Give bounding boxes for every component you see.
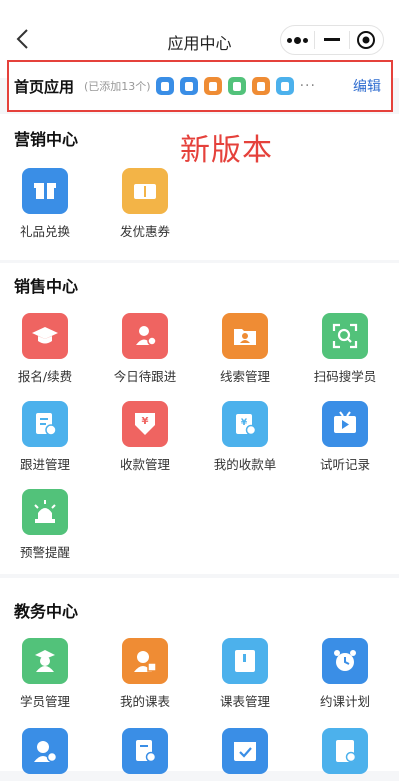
app-label: 课表管理 bbox=[219, 694, 270, 709]
app-label: 线索管理 bbox=[219, 369, 270, 384]
doc-check-icon bbox=[122, 728, 168, 774]
app-label: 学员管理 bbox=[19, 694, 70, 709]
target-close-icon bbox=[357, 31, 376, 49]
coupon-icon bbox=[122, 168, 168, 214]
alarm-light-icon bbox=[22, 489, 68, 535]
academic-app-4[interactable] bbox=[5, 728, 85, 781]
more-menu-button[interactable] bbox=[281, 26, 314, 54]
academic-app-2[interactable]: 课表管理 bbox=[205, 638, 285, 710]
student-icon bbox=[155, 77, 174, 95]
marketing-app-1[interactable]: 发优惠券 bbox=[105, 168, 185, 240]
academic-title: 教务中心 bbox=[14, 602, 79, 621]
sales-app-4[interactable]: 跟进管理 bbox=[5, 401, 85, 473]
trophy-icon bbox=[227, 77, 246, 95]
more-icon[interactable]: ··· bbox=[300, 78, 316, 94]
sales-app-8[interactable]: 预警提醒 bbox=[5, 489, 85, 561]
person-check-icon bbox=[22, 728, 68, 774]
home-apps-bar: 首页应用 (已添加13个) ··· 编辑 bbox=[7, 60, 393, 112]
academic-app-0[interactable]: 学员管理 bbox=[5, 638, 85, 710]
book-icon bbox=[275, 77, 294, 95]
doc-clock-icon bbox=[22, 401, 68, 447]
academic-app-7[interactable] bbox=[305, 728, 385, 781]
academic-app-1[interactable]: 我的课表 bbox=[105, 638, 185, 710]
home-apps-title: 首页应用 bbox=[14, 77, 75, 96]
app-label: 约课计划 bbox=[319, 694, 370, 709]
app-label: 我的课表 bbox=[119, 694, 170, 709]
app-label: 发优惠券 bbox=[119, 224, 170, 239]
academic-app-5[interactable] bbox=[105, 728, 185, 781]
marketing-title: 营销中心 bbox=[14, 130, 79, 149]
person-table-icon bbox=[122, 638, 168, 684]
sales-app-3[interactable]: 扫码搜学员 bbox=[305, 313, 385, 385]
person-icon bbox=[251, 77, 270, 95]
app-label: 礼品兑换 bbox=[19, 224, 70, 239]
graduation-cap-icon bbox=[22, 313, 68, 359]
academic-app-6[interactable] bbox=[205, 728, 285, 781]
gift-icon bbox=[22, 168, 68, 214]
sales-app-0[interactable]: 报名/续费 bbox=[5, 313, 85, 385]
sales-app-1[interactable]: 今日待跟进 bbox=[105, 313, 185, 385]
sales-title: 销售中心 bbox=[14, 277, 79, 296]
svg-text:¥: ¥ bbox=[241, 418, 248, 428]
person-clock-icon bbox=[122, 313, 168, 359]
app-label: 收款管理 bbox=[119, 457, 170, 472]
app-label: 我的收款单 bbox=[213, 457, 277, 472]
tv-play-icon bbox=[322, 401, 368, 447]
academic-app-3[interactable]: 约课计划 bbox=[305, 638, 385, 710]
edit-button[interactable]: 编辑 bbox=[353, 76, 381, 96]
app-label: 报名/续费 bbox=[17, 369, 73, 384]
yen-icon: ¥ bbox=[122, 401, 168, 447]
svg-text:¥: ¥ bbox=[142, 416, 149, 427]
app-label: 试听记录 bbox=[319, 457, 370, 472]
marketing-app-0[interactable]: 礼品兑换 bbox=[5, 168, 85, 240]
close-button[interactable] bbox=[350, 26, 383, 54]
new-version-annotation: 新版本 bbox=[180, 133, 273, 168]
miniprogram-capsule bbox=[280, 25, 384, 55]
academic-section: 教务中心 学员管理 我的课表 课表管理 约课计划 bbox=[0, 578, 399, 774]
minimize-icon bbox=[323, 38, 340, 41]
book-time-icon bbox=[322, 728, 368, 774]
sales-app-5[interactable]: ¥ 收款管理 bbox=[105, 401, 185, 473]
added-count: (已添加13个) bbox=[84, 80, 151, 93]
receipt-icon: ¥ bbox=[222, 401, 268, 447]
student-icon bbox=[22, 638, 68, 684]
app-label: 今日待跟进 bbox=[113, 369, 177, 384]
app-label: 扫码搜学员 bbox=[313, 369, 377, 384]
sales-section: 销售中心 报名/续费 今日待跟进 线索管理 扫码搜学员跟进管理 ¥ 收款管理 ¥ 我的收款单 试… bbox=[0, 263, 399, 574]
alarm-clock-icon bbox=[322, 638, 368, 684]
folder-person-icon bbox=[222, 313, 268, 359]
book-icon bbox=[222, 638, 268, 684]
scan-search-icon bbox=[322, 313, 368, 359]
folder-icon bbox=[203, 77, 222, 95]
app-label: 预警提醒 bbox=[19, 545, 70, 560]
sales-app-2[interactable]: 线索管理 bbox=[205, 313, 285, 385]
sales-app-7[interactable]: 试听记录 bbox=[305, 401, 385, 473]
calendar-check-icon bbox=[222, 728, 268, 774]
home-app-icons bbox=[155, 77, 300, 95]
sales-app-6[interactable]: ¥ 我的收款单 bbox=[205, 401, 285, 473]
app-label: 跟进管理 bbox=[19, 457, 70, 472]
doc-icon bbox=[179, 77, 198, 95]
minimize-button[interactable] bbox=[315, 26, 348, 54]
